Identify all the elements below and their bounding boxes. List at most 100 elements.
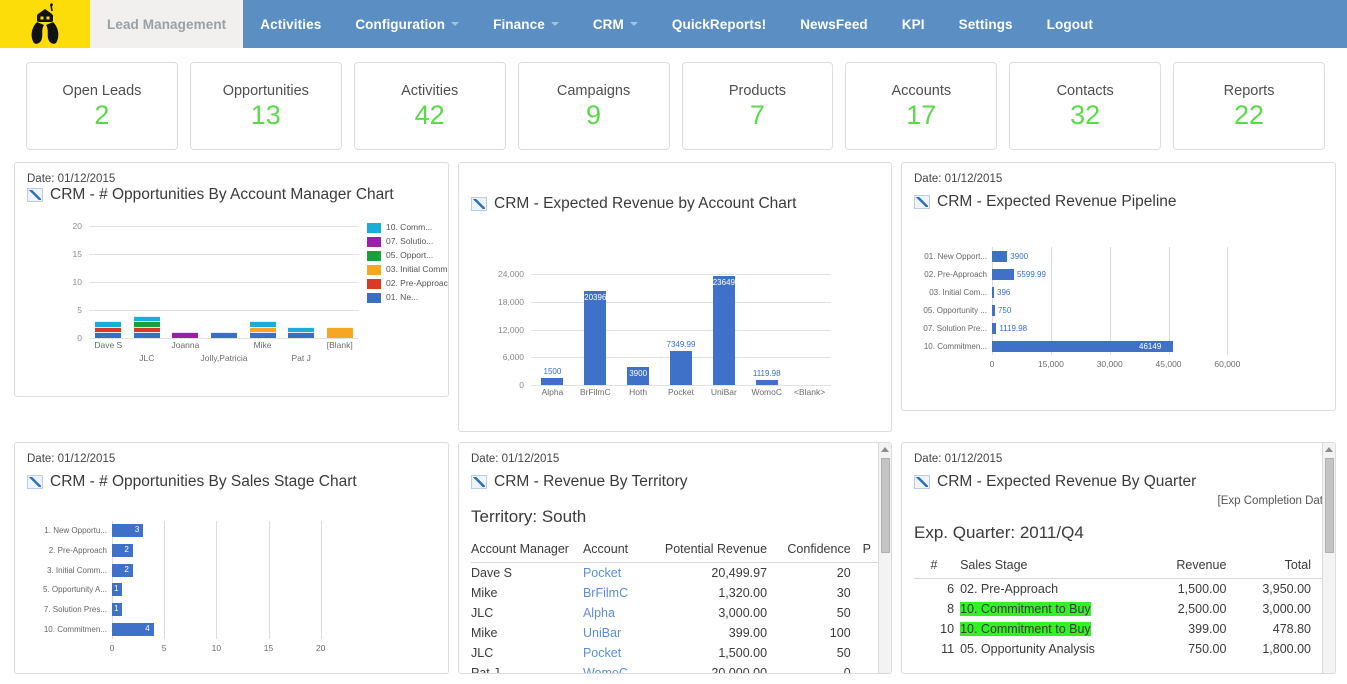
- scroll-up-arrow-icon[interactable]: [1325, 447, 1333, 452]
- chart-bar-rect: [992, 286, 994, 298]
- chevron-down-icon: [629, 22, 638, 26]
- x-axis-tick-label: 15: [263, 643, 274, 653]
- dashlet-expected-revenue-by-quarter[interactable]: Date: 01/12/2015 CRM - Expected Revenue …: [901, 442, 1336, 674]
- table-row[interactable]: Mike BrFilmC 1,320.00 30: [471, 583, 879, 603]
- cell-confidence: 50: [836, 646, 851, 660]
- y-axis-category-label: 7. Solution Pres...: [43, 604, 107, 614]
- nav-tab-kpi[interactable]: KPI: [885, 0, 942, 48]
- kpi-tile-products[interactable]: Products 7: [681, 62, 834, 150]
- table-row[interactable]: 10 10. Commitment to Buy 399.00 478.80: [914, 619, 1323, 639]
- chart-bar-rect: 2: [112, 543, 133, 557]
- x-axis-tick-label: WomoC: [751, 387, 782, 397]
- kpi-tile-contacts[interactable]: Contacts 32: [1009, 62, 1162, 150]
- legend-item[interactable]: 03. Initial Comm...: [367, 264, 449, 275]
- scrollbar-thumb[interactable]: [881, 458, 890, 553]
- nav-tab-label: Activities: [260, 16, 322, 32]
- table-row[interactable]: Pat J WomoC 20,000.00 0: [471, 663, 879, 673]
- company-logo[interactable]: [0, 0, 90, 48]
- y-axis-category-label: 2. Pre-Approach: [48, 545, 107, 555]
- column-header-account-manager[interactable]: Account Manager: [471, 539, 583, 563]
- nav-tab-logout[interactable]: Logout: [1030, 0, 1110, 48]
- kpi-tile-value: 13: [250, 99, 281, 130]
- line-chart-icon: [27, 475, 43, 489]
- column-header-confidence[interactable]: Confidence: [779, 539, 863, 563]
- chart-value-label: 3: [134, 525, 140, 535]
- legend-color-swatch: [367, 265, 381, 275]
- table-row[interactable]: 8 10. Commitment to Buy 2,500.00 3,000.00: [914, 599, 1323, 619]
- legend-color-swatch: [367, 237, 381, 247]
- vertical-scrollbar[interactable]: [1322, 443, 1335, 673]
- y-axis-category-label: 10. Commitmen...: [43, 624, 107, 634]
- nav-tab-settings[interactable]: Settings: [942, 0, 1030, 48]
- chart-bar-segment: [326, 326, 353, 338]
- column-header-total[interactable]: Total: [1238, 555, 1323, 579]
- kpi-tile-accounts[interactable]: Accounts 17: [845, 62, 998, 150]
- chart-bar-rect: [755, 379, 778, 385]
- chart-bar-group: [128, 226, 167, 338]
- cell-account-link[interactable]: Pocket: [583, 643, 647, 663]
- nav-tab-label: Settings: [958, 16, 1013, 32]
- chart-value-label: 23649: [712, 277, 735, 287]
- scroll-up-arrow-icon[interactable]: [881, 447, 889, 452]
- kpi-tile-label: Activities: [401, 82, 459, 99]
- kpi-tile-reports[interactable]: Reports 22: [1173, 62, 1325, 150]
- nav-tab-activities[interactable]: Activities: [243, 0, 338, 48]
- y-axis-category-label: 03. Initial Com...: [929, 287, 987, 297]
- nav-tab-configuration[interactable]: Configuration: [338, 0, 476, 48]
- legend-label: 03. Initial Comm...: [386, 264, 449, 274]
- dashlet-opportunities-by-account-manager[interactable]: Date: 01/12/2015 CRM - # Opportunities B…: [14, 162, 449, 397]
- dashlet-expected-revenue-pipeline[interactable]: Date: 01/12/2015 CRM - Expected Revenue …: [901, 162, 1336, 411]
- table-row[interactable]: 11 05. Opportunity Analysis 750.00 1,800.00: [914, 639, 1323, 659]
- scrollbar-thumb[interactable]: [1325, 458, 1334, 553]
- chart-value-label: 7349.99: [666, 340, 696, 350]
- x-axis-tick-label: BrFilmC: [579, 387, 611, 397]
- nav-tab-label: Configuration: [355, 16, 446, 32]
- kpi-tile-label: Campaigns: [556, 82, 631, 99]
- legend-item[interactable]: 01. Ne...: [367, 292, 448, 303]
- table-row[interactable]: JLC Pocket 1,500.00 50: [471, 643, 879, 663]
- nav-tab-crm[interactable]: CRM: [576, 0, 655, 48]
- nav-tab-lead-management[interactable]: Lead Management: [90, 0, 244, 48]
- legend-item[interactable]: 02. Pre-Approach: [367, 278, 448, 289]
- kpi-tile-value: 7: [749, 99, 765, 130]
- table-row[interactable]: 6 02. Pre-Approach 1,500.00 3,950.00: [914, 579, 1323, 600]
- nav-tab-label: QuickReports!: [671, 16, 767, 32]
- cell-account-link[interactable]: WomoC: [583, 663, 647, 673]
- kpi-tile-open-leads[interactable]: Open Leads 2: [26, 62, 178, 150]
- chart-bar-row: 10. Commitmen... 46149: [924, 340, 1247, 352]
- nav-tab-label: NewsFeed: [800, 16, 868, 32]
- chart-bar-segment: [172, 332, 199, 338]
- cell-account-link[interactable]: Pocket: [583, 563, 647, 584]
- column-header-number[interactable]: #: [914, 555, 961, 579]
- x-axis-tick-label: 60,000: [1214, 359, 1241, 369]
- kpi-tile-campaigns[interactable]: Campaigns 9: [517, 62, 670, 150]
- nav-tab-finance[interactable]: Finance: [476, 0, 576, 48]
- column-header-account[interactable]: Account: [582, 539, 648, 563]
- column-header-revenue[interactable]: Revenue: [1137, 555, 1239, 579]
- cell-account-link[interactable]: BrFilmC: [583, 583, 647, 603]
- line-chart-icon: [914, 195, 930, 209]
- cell-account-link[interactable]: UniBar: [583, 623, 647, 643]
- chart-bar-row: 5. Opportunity A... 1: [43, 583, 352, 597]
- kpi-tile-opportunities[interactable]: Opportunities 13: [189, 62, 342, 150]
- legend-item[interactable]: 10. Comm...: [367, 222, 448, 233]
- table-row[interactable]: Mike UniBar 399.00 100: [471, 623, 879, 643]
- dashlet-revenue-by-territory[interactable]: Date: 01/12/2015 CRM - Revenue By Territ…: [458, 442, 892, 674]
- column-header-sales-stage[interactable]: Sales Stage: [960, 555, 1138, 579]
- nav-tab-quickreports[interactable]: QuickReports!: [655, 0, 783, 48]
- kpi-tile-label: Opportunities: [222, 82, 309, 99]
- column-header-partial[interactable]: P: [862, 539, 879, 563]
- cell-revenue: 1,500.00: [1177, 582, 1227, 596]
- legend-item[interactable]: 07. Solutio...: [367, 236, 448, 247]
- chart-bar-rect: 3: [112, 524, 144, 538]
- table-row[interactable]: JLC Alpha 3,000.00 50: [471, 603, 879, 623]
- kpi-tile-activities[interactable]: Activities 42: [353, 62, 506, 150]
- legend-item[interactable]: 05. Opport...: [367, 250, 448, 261]
- nav-tab-newsfeed[interactable]: NewsFeed: [783, 0, 885, 48]
- table-row[interactable]: Dave S Pocket 20,499.97 20: [471, 563, 879, 584]
- vertical-scrollbar[interactable]: [878, 443, 891, 673]
- dashlet-expected-revenue-by-account[interactable]: CRM - Expected Revenue by Account Chart …: [458, 162, 892, 432]
- cell-account-link[interactable]: Alpha: [583, 603, 647, 623]
- dashlet-opportunities-by-sales-stage[interactable]: Date: 01/12/2015 CRM - # Opportunities B…: [14, 442, 449, 674]
- column-header-potential-revenue[interactable]: Potential Revenue: [647, 539, 780, 563]
